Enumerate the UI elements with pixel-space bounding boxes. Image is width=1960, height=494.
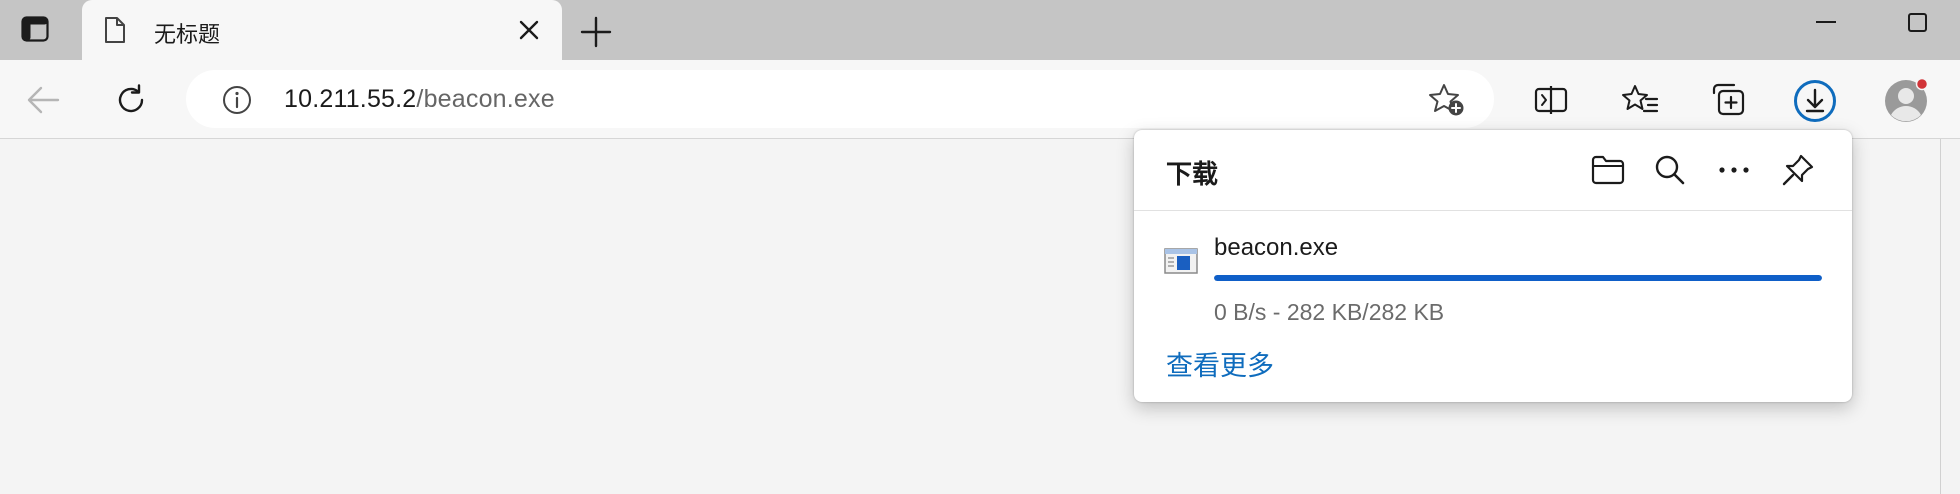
folder-icon[interactable] bbox=[1590, 152, 1626, 188]
split-screen-button[interactable] bbox=[1530, 79, 1572, 121]
url-path: /beacon.exe bbox=[416, 85, 555, 113]
download-item[interactable]: beacon.exe 0 B/s - 282 KB/282 KB bbox=[1134, 212, 1852, 325]
refresh-button[interactable] bbox=[110, 79, 152, 121]
back-button[interactable] bbox=[22, 79, 64, 121]
flyout-divider bbox=[1134, 210, 1852, 211]
split-screen-icon bbox=[1534, 85, 1568, 115]
page-icon bbox=[104, 16, 126, 44]
download-icon bbox=[1793, 79, 1837, 123]
favorites-icon bbox=[1621, 84, 1659, 116]
pin-icon[interactable] bbox=[1780, 152, 1816, 188]
download-progress-fill bbox=[1214, 275, 1822, 281]
address-bar[interactable]: 10.211.55.2/beacon.exe bbox=[186, 70, 1494, 128]
collections-button[interactable] bbox=[1706, 79, 1750, 121]
maximize-button[interactable] bbox=[1900, 8, 1936, 38]
browser-toolbar: 10.211.55.2/beacon.exe bbox=[0, 60, 1960, 139]
favorites-button[interactable] bbox=[1618, 79, 1662, 121]
url-host: 10.211.55.2 bbox=[284, 85, 417, 113]
minimize-icon bbox=[1808, 10, 1844, 34]
plus-icon bbox=[578, 14, 614, 50]
more-options-icon[interactable] bbox=[1716, 152, 1752, 188]
search-icon[interactable] bbox=[1652, 152, 1688, 188]
info-icon[interactable] bbox=[222, 85, 252, 115]
download-progress-bar bbox=[1214, 275, 1822, 281]
profile-avatar bbox=[1882, 76, 1930, 124]
refresh-icon bbox=[114, 83, 148, 117]
collections-icon bbox=[1710, 83, 1746, 117]
tab-title: 无标题 bbox=[154, 23, 221, 48]
active-tab[interactable]: 无标题 bbox=[82, 0, 562, 60]
downloads-title: 下载 bbox=[1166, 160, 1219, 190]
minimize-button[interactable] bbox=[1808, 10, 1844, 34]
tab-actions-icon[interactable] bbox=[14, 12, 56, 46]
download-file-name[interactable]: beacon.exe bbox=[1214, 234, 1338, 262]
downloads-button[interactable] bbox=[1792, 78, 1838, 124]
new-tab-button[interactable] bbox=[578, 14, 614, 50]
back-arrow-icon bbox=[25, 85, 61, 115]
close-icon[interactable] bbox=[516, 17, 542, 43]
url-text[interactable]: 10.211.55.2/beacon.exe bbox=[284, 85, 555, 114]
tab-strip: 无标题 bbox=[0, 0, 1960, 60]
see-more-link[interactable]: 查看更多 bbox=[1166, 344, 1274, 383]
download-status: 0 B/s - 282 KB/282 KB bbox=[1214, 299, 1445, 325]
downloads-flyout: 下载 beacon.exe 0 B/s - 282 KB/282 KB 查看更多 bbox=[1134, 130, 1852, 402]
star-add-icon[interactable] bbox=[1428, 83, 1466, 117]
maximize-icon bbox=[1900, 8, 1936, 38]
profile-button[interactable] bbox=[1882, 76, 1930, 124]
exe-file-icon bbox=[1164, 247, 1198, 275]
